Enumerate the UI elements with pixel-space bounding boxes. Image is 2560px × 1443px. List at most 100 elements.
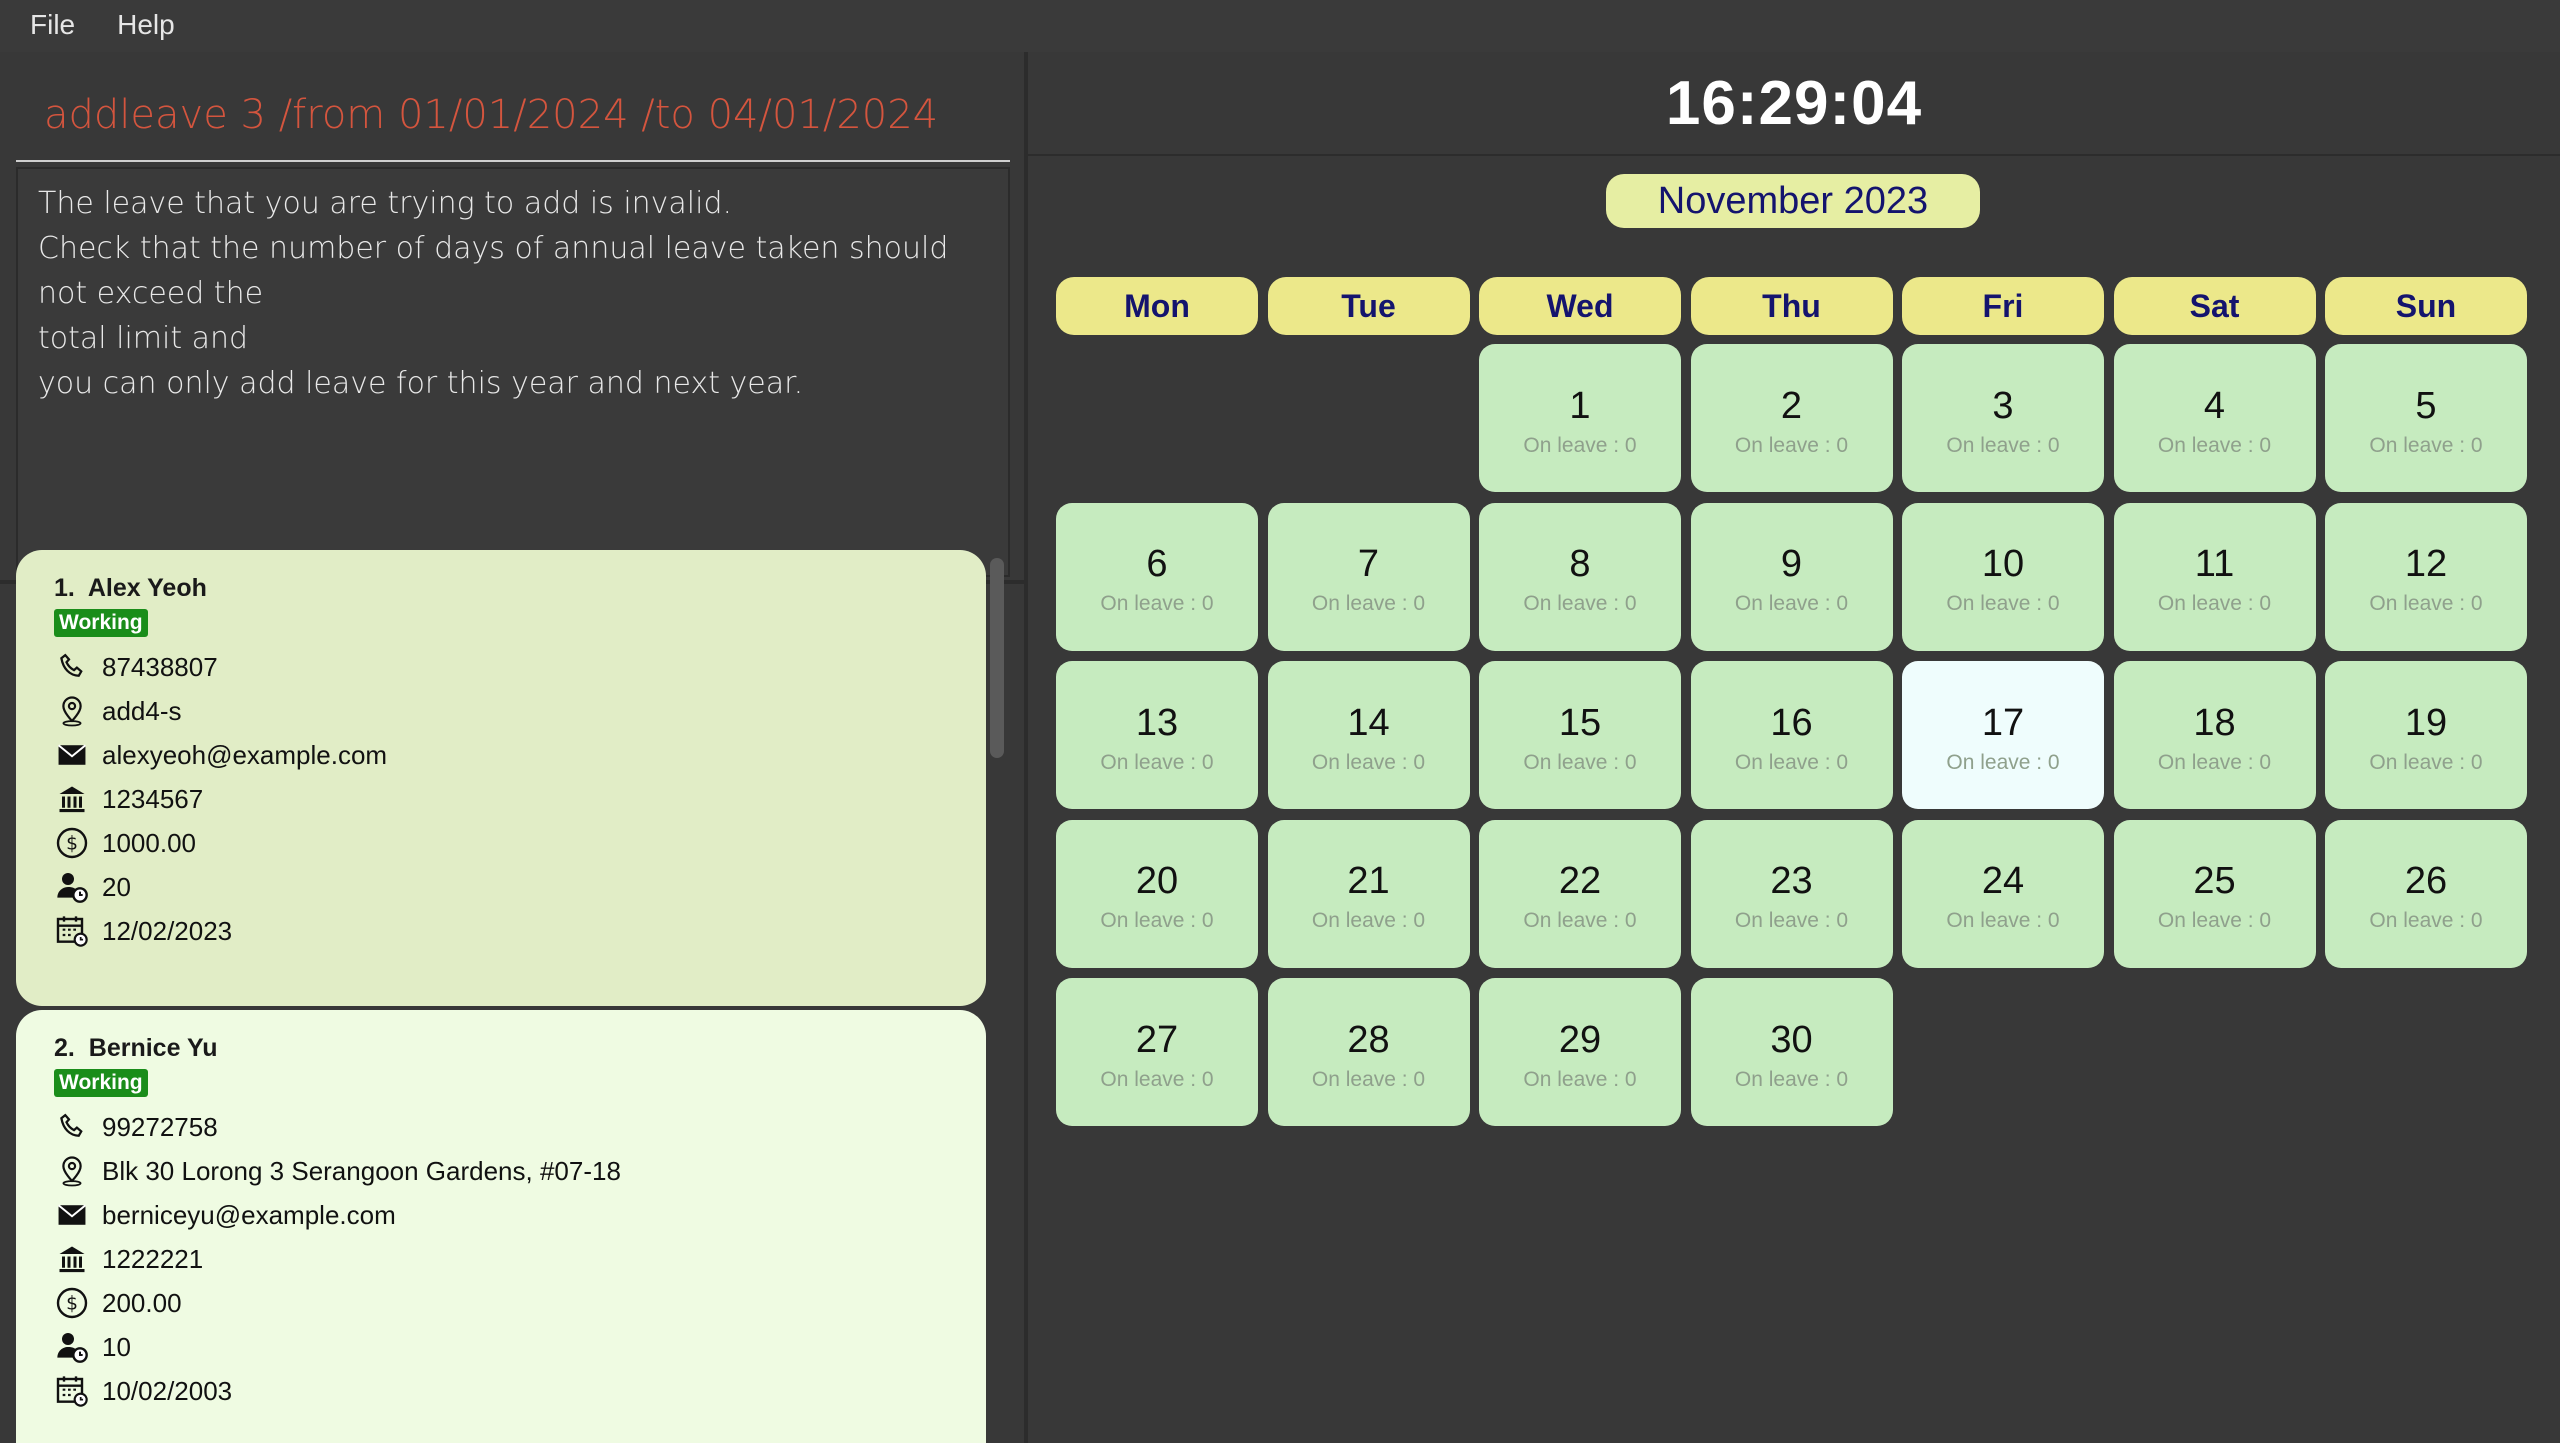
day-number: 11	[2194, 543, 2235, 585]
calendar-day-15[interactable]: 15 On leave : 0	[1479, 661, 1681, 809]
calendar-day-6[interactable]: 6 On leave : 0	[1056, 502, 1258, 651]
day-number: 7	[1357, 543, 1380, 585]
phone-value: 99272758	[102, 1111, 218, 1142]
command-input[interactable]: addleave 3 /from 01/01/2024 /to 04/01/20…	[44, 92, 938, 138]
calendar-clock-icon	[54, 913, 90, 949]
calendar-day-12[interactable]: 12 On leave : 0	[2325, 502, 2527, 651]
calendar-day-3[interactable]: 3 On leave : 0	[1902, 344, 2104, 492]
leave-value: 10	[102, 1331, 131, 1362]
calendar-day-24[interactable]: 24 On leave : 0	[1902, 819, 2104, 968]
day-leave-count: On leave : 0	[1100, 909, 1214, 932]
day-number: 18	[2193, 701, 2236, 744]
bank-icon	[54, 1241, 90, 1277]
calendar-day-10[interactable]: 10 On leave : 0	[1902, 502, 2104, 651]
day-number: 20	[1135, 860, 1179, 902]
result-line: Check that the number of days of annual …	[38, 231, 949, 311]
calendar-day-11[interactable]: 11 On leave : 0	[2113, 502, 2316, 651]
clock: 16:29:04	[1665, 68, 1923, 138]
weekday-header-mon: Mon	[1056, 277, 1258, 335]
day-leave-count: On leave : 0	[1311, 1067, 1426, 1091]
leave-value: 20	[102, 871, 131, 902]
day-number: 23	[1770, 860, 1813, 902]
day-leave-count: On leave : 0	[1734, 433, 1849, 457]
calendar-day-17[interactable]: 17 On leave : 0	[1902, 661, 2104, 809]
calendar-day-14[interactable]: 14 On leave : 0	[1267, 661, 1470, 809]
person-name: 1. Alex Yeoh	[54, 574, 207, 602]
weekday-header-sat: Sat	[2113, 277, 2316, 335]
result-line: total limit and	[38, 321, 249, 356]
result-line: you can only add leave for this year and…	[38, 366, 804, 401]
day-number: 2	[1780, 384, 1803, 427]
menu-file[interactable]: File	[30, 9, 75, 41]
calendar-day-4[interactable]: 4 On leave : 0	[2113, 344, 2316, 492]
bank-icon	[54, 781, 90, 817]
weekday-header-tue: Tue	[1267, 277, 1470, 335]
menu-help[interactable]: Help	[117, 9, 175, 41]
day-number: 13	[1135, 701, 1179, 744]
calendar-day-29[interactable]: 29 On leave : 0	[1479, 978, 1681, 1126]
person-card[interactable]: 1. Alex Yeoh Working 87438807 add4-s ale…	[16, 550, 986, 1006]
day-leave-count: On leave : 0	[1734, 1067, 1849, 1091]
clock-bar: 16:29:04	[1028, 52, 2560, 156]
dollar-icon: $	[54, 1285, 90, 1321]
command-box[interactable]: addleave 3 /from 01/01/2024 /to 04/01/20…	[16, 70, 1010, 162]
person-card[interactable]: 2. Bernice Yu Working 99272758 Blk 30 Lo…	[16, 1010, 986, 1443]
address-value: add4-s	[102, 695, 182, 726]
list-scrollbar[interactable]	[990, 558, 1004, 758]
address-value: Blk 30 Lorong 3 Serangoon Gardens, #07-1…	[102, 1155, 621, 1186]
location-icon	[54, 1153, 90, 1189]
result-display: The leave that you are trying to add is …	[16, 167, 1010, 577]
calendar-day-21[interactable]: 21 On leave : 0	[1267, 819, 1470, 968]
calendar-day-28[interactable]: 28 On leave : 0	[1267, 978, 1470, 1126]
phone-icon	[54, 1109, 90, 1145]
day-leave-count: On leave : 0	[1523, 750, 1637, 774]
calendar-day-20[interactable]: 20 On leave : 0	[1056, 819, 1258, 968]
calendar-day-18[interactable]: 18 On leave : 0	[2113, 661, 2316, 809]
person-name: 2. Bernice Yu	[54, 1034, 218, 1062]
day-leave-count: On leave : 0	[1946, 433, 2060, 457]
calendar-day-27[interactable]: 27 On leave : 0	[1056, 978, 1258, 1126]
day-number: 28	[1347, 1018, 1390, 1061]
calendar-day-9[interactable]: 9 On leave : 0	[1690, 502, 1893, 651]
status-badge: Working	[54, 1069, 148, 1097]
weekday-header-thu: Thu	[1690, 277, 1893, 335]
weekday-header-sun: Sun	[2325, 277, 2527, 335]
calendar-day-5[interactable]: 5 On leave : 0	[2325, 344, 2527, 492]
status-badge: Working	[54, 609, 148, 637]
day-leave-count: On leave : 0	[1523, 1067, 1637, 1091]
day-number: 9	[1780, 543, 1803, 585]
day-leave-count: On leave : 0	[1311, 909, 1426, 932]
day-number: 21	[1347, 860, 1390, 902]
calendar-day-13[interactable]: 13 On leave : 0	[1056, 661, 1258, 809]
day-leave-count: On leave : 0	[1946, 909, 2060, 932]
salary-value: 1000.00	[102, 827, 196, 858]
email-value: alexyeoh@example.com	[102, 739, 388, 770]
calendar-day-16[interactable]: 16 On leave : 0	[1690, 661, 1893, 809]
day-number: 27	[1135, 1018, 1179, 1061]
calendar-day-2[interactable]: 2 On leave : 0	[1690, 344, 1893, 492]
location-icon	[54, 693, 90, 729]
day-number: 4	[2203, 384, 2226, 427]
calendar-day-23[interactable]: 23 On leave : 0	[1690, 819, 1893, 968]
day-number: 6	[1146, 543, 1168, 585]
day-number: 10	[1981, 543, 2025, 585]
calendar-day-25[interactable]: 25 On leave : 0	[2113, 819, 2316, 968]
calendar-day-19[interactable]: 19 On leave : 0	[2325, 661, 2527, 809]
calendar-day-30[interactable]: 30 On leave : 0	[1690, 978, 1893, 1126]
day-leave-count: On leave : 0	[1100, 1067, 1214, 1091]
day-leave-count: On leave : 0	[2369, 433, 2483, 457]
day-number: 29	[1558, 1018, 1602, 1061]
day-number: 17	[1981, 701, 2025, 744]
calendar-day-7[interactable]: 7 On leave : 0	[1267, 502, 1470, 651]
day-number: 26	[2404, 860, 2448, 902]
calendar-day-1[interactable]: 1 On leave : 0	[1479, 344, 1681, 492]
person-list[interactable]: 1. Alex Yeoh Working 87438807 add4-s ale…	[16, 550, 986, 1443]
right-panel: 16:29:04 November 2023 Mon Tue Wed Thu Fri Sa…	[1028, 52, 2560, 1443]
calendar-day-22[interactable]: 22 On leave : 0	[1479, 819, 1681, 968]
result-line: The leave that you are trying to add is …	[38, 186, 733, 221]
calendar-day-8[interactable]: 8 On leave : 0	[1479, 502, 1681, 651]
bank-value: 1222221	[102, 1243, 204, 1274]
day-leave-count: On leave : 0	[2157, 592, 2272, 615]
calendar-day-26[interactable]: 26 On leave : 0	[2325, 819, 2527, 968]
day-number: 12	[2404, 543, 2448, 585]
